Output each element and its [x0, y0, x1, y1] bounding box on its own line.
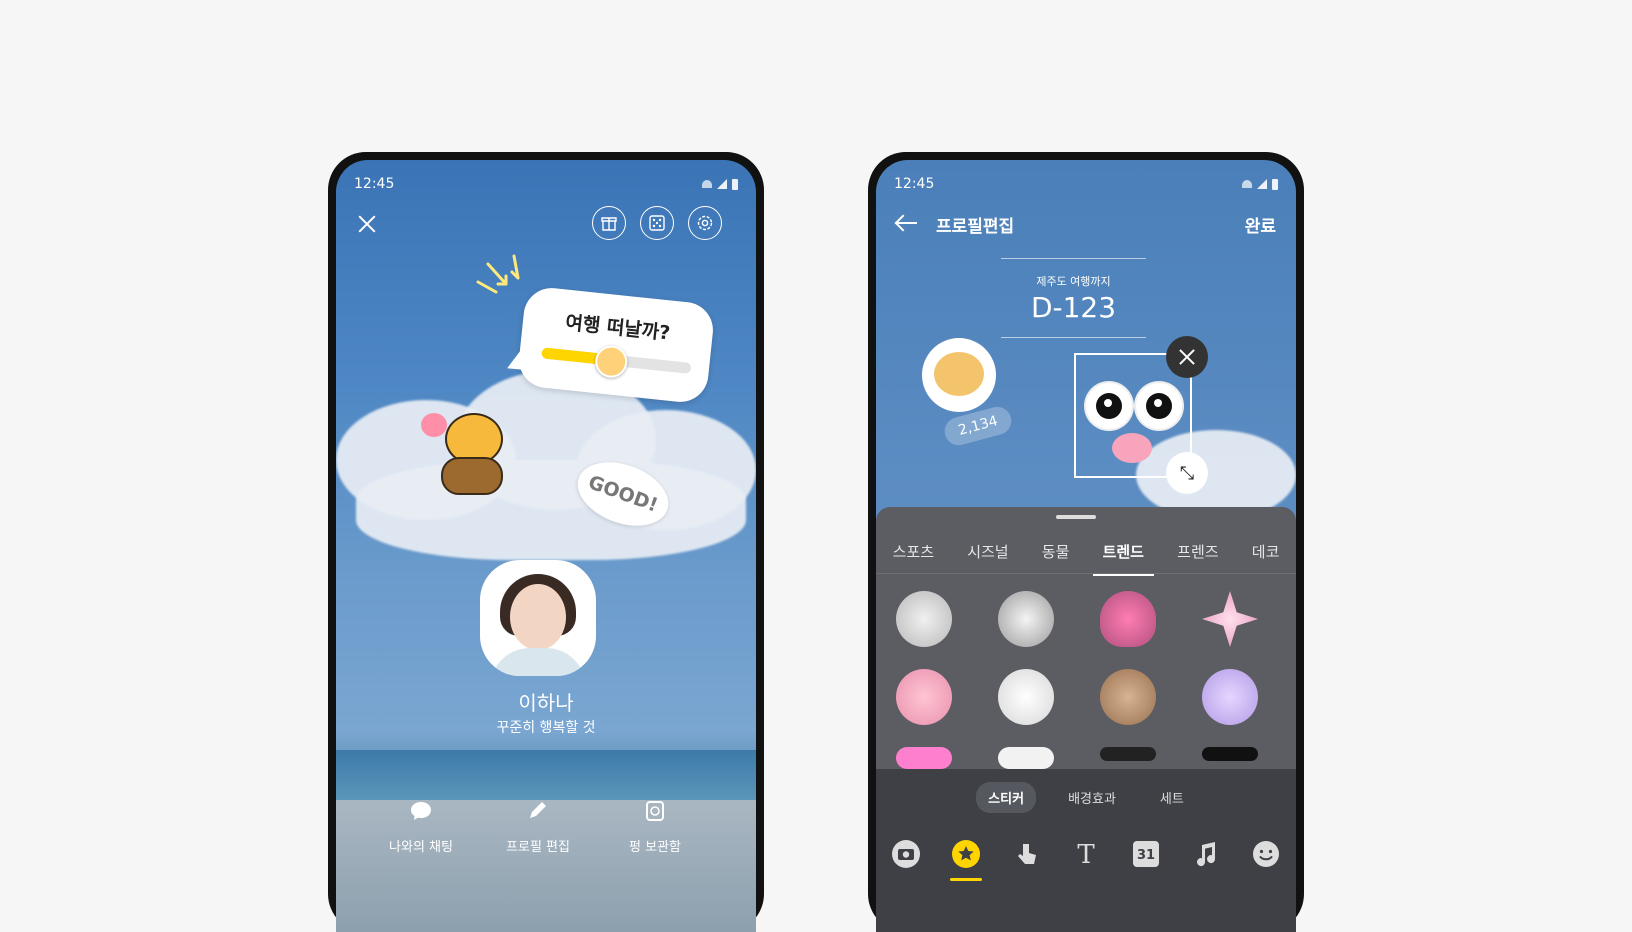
touch-hand-icon[interactable]	[1010, 839, 1042, 871]
tab-animals[interactable]: 동물	[1036, 533, 1076, 570]
face-sticker[interactable]	[1100, 747, 1156, 761]
pink-bear-sticker[interactable]	[896, 669, 952, 725]
smiley-icon[interactable]	[1250, 839, 1282, 871]
left-phone: 12:45 여행 떠날까? GOOD! 이하나 꾸준히 행복할 것 나와의 채팅…	[328, 152, 764, 932]
dday-sticker[interactable]: 제주도 여행까지 D-123	[1001, 258, 1146, 338]
calendar-day: 31	[1133, 841, 1159, 867]
wifi-icon	[1242, 180, 1252, 188]
signal-icon	[717, 179, 727, 189]
archive-button[interactable]: 펑 보관함	[600, 800, 710, 855]
silver-cat-sticker[interactable]	[998, 591, 1054, 647]
status-time: 12:45	[894, 176, 935, 192]
right-phone: 12:45 프로필편집 완료 제주도 여행까지 D-123 2,134 ⤡ 스포…	[868, 152, 1304, 932]
status-bar: 12:45	[354, 174, 738, 194]
sunglasses-sticker[interactable]	[1202, 747, 1258, 761]
status-bar: 12:45	[894, 174, 1278, 194]
pink-hearts-sticker[interactable]	[896, 747, 952, 769]
page-title: 프로필편집	[936, 217, 1015, 237]
avatar[interactable]	[480, 560, 596, 676]
profile-status-message: 꾸준히 행복할 것	[496, 720, 596, 736]
calendar-icon[interactable]: 31	[1130, 839, 1162, 871]
profile-screen: 12:45 여행 떠날까? GOOD! 이하나 꾸준히 행복할 것 나와의 채팅…	[336, 160, 756, 932]
white-bear-sticker[interactable]	[998, 669, 1054, 725]
lips	[1112, 433, 1152, 463]
dday-value: D-123	[1030, 291, 1117, 324]
edit-profile-button[interactable]: 프로필 편집	[483, 800, 593, 855]
delete-sticker-icon[interactable]	[1166, 336, 1208, 378]
cloud	[356, 460, 746, 560]
resize-handle-icon[interactable]: ⤡	[1166, 452, 1208, 494]
sub-tabs: 스티커 배경효과 세트	[876, 769, 1296, 825]
tab-background-effect[interactable]: 배경효과	[1056, 782, 1128, 813]
sparkle-sticker[interactable]	[1202, 591, 1258, 647]
chat-with-me-button[interactable]: 나와의 채팅	[366, 800, 476, 855]
edit-profile-label: 프로필 편집	[506, 840, 570, 855]
gift-box-icon[interactable]	[592, 206, 626, 240]
back-arrow-icon[interactable]	[894, 210, 920, 236]
eye-right	[1136, 383, 1182, 429]
archive-icon	[646, 801, 664, 821]
sparkle-arrows-decoration	[476, 254, 520, 294]
battery-icon	[732, 178, 738, 190]
dday-label: 제주도 여행까지	[1036, 275, 1111, 288]
tab-seasonal[interactable]: 시즈널	[961, 533, 1014, 570]
heart-icon	[421, 413, 447, 437]
poll-sticker[interactable]: 여행 떠날까?	[516, 285, 716, 405]
tab-sports[interactable]: 스포츠	[887, 533, 940, 570]
status-time: 12:45	[354, 176, 395, 192]
chat-bubble-icon	[411, 802, 431, 820]
tab-set[interactable]: 세트	[1148, 782, 1196, 813]
profile-name: 이하나	[518, 691, 574, 715]
poll-slider[interactable]	[541, 343, 692, 380]
poll-question: 여행 떠날까?	[564, 311, 672, 345]
done-button[interactable]: 완료	[1245, 212, 1276, 237]
bear-character-sticker[interactable]	[421, 405, 511, 495]
poll-slider-thumb[interactable]	[593, 343, 629, 380]
settings-icon[interactable]	[688, 206, 722, 240]
heart-planet-sticker[interactable]	[1100, 591, 1156, 647]
chat-with-me-label: 나와의 채팅	[389, 840, 453, 855]
eye-left	[1086, 383, 1132, 429]
tab-sticker[interactable]: 스티커	[976, 781, 1037, 813]
tab-deco[interactable]: 데코	[1246, 533, 1286, 570]
sticker-panel: 스포츠 시즈널 동물 트렌드 프렌즈 데코 스티커 배경효과 세트 T 31	[876, 507, 1296, 932]
brown-bear-sticker[interactable]	[1100, 669, 1156, 725]
silver-ribbon-sticker[interactable]	[896, 591, 952, 647]
sea	[336, 750, 756, 800]
dice-icon[interactable]	[640, 206, 674, 240]
battery-icon	[1272, 178, 1278, 190]
category-tabs: 스포츠 시즈널 동물 트렌드 프렌즈 데코	[876, 529, 1296, 576]
text-icon[interactable]: T	[1070, 839, 1102, 871]
signal-icon	[1257, 179, 1267, 189]
pencil-icon	[530, 802, 546, 818]
eyes-sticker[interactable]	[998, 747, 1054, 769]
purple-bear-sticker[interactable]	[1202, 669, 1258, 725]
camera-icon[interactable]	[890, 839, 922, 871]
close-icon[interactable]	[354, 211, 380, 237]
tool-bar: T 31	[876, 825, 1296, 932]
profile-edit-screen: 12:45 프로필편집 완료 제주도 여행까지 D-123 2,134 ⤡ 스포…	[876, 160, 1296, 932]
tab-friends[interactable]: 프렌즈	[1171, 533, 1224, 570]
archive-label: 펑 보관함	[629, 840, 681, 855]
wifi-icon	[702, 180, 712, 188]
drag-handle[interactable]	[1056, 515, 1096, 519]
sticker-star-icon[interactable]	[950, 839, 982, 881]
sticker-grid	[876, 579, 1296, 769]
music-note-icon[interactable]	[1190, 839, 1222, 871]
tab-trend[interactable]: 트렌드	[1092, 533, 1155, 576]
emoji-reaction-sticker[interactable]	[922, 338, 996, 412]
